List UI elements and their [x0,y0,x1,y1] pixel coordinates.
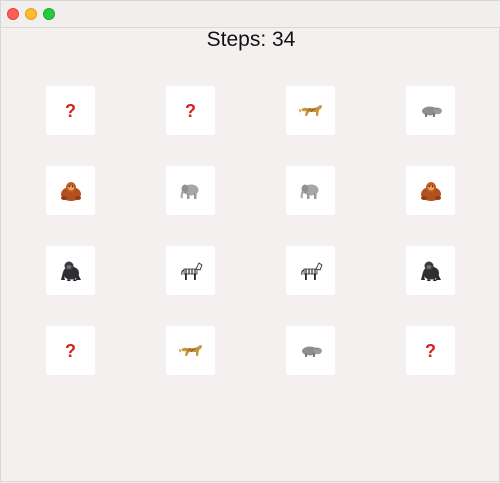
memory-card-revealed[interactable] [406,166,455,215]
memory-card-revealed[interactable] [406,246,455,295]
memory-card-revealed[interactable] [46,166,95,215]
memory-card-revealed[interactable] [286,326,335,375]
memory-card-hidden[interactable]: ? [406,326,455,375]
zebra-icon [179,260,203,282]
memory-card-revealed[interactable] [166,166,215,215]
gorilla-icon [419,260,443,282]
memory-card-revealed[interactable] [46,246,95,295]
zebra-icon [299,260,323,282]
elephant-icon [299,181,323,201]
question-mark-icon: ? [185,100,196,121]
memory-card-hidden[interactable]: ? [46,326,95,375]
elephant-icon [179,181,203,201]
memory-card-revealed[interactable] [406,86,455,135]
memory-card-revealed[interactable] [166,326,215,375]
leopard-icon [178,342,203,360]
memory-card-revealed[interactable] [286,166,335,215]
memory-card-hidden[interactable]: ? [166,86,215,135]
question-mark-icon: ? [425,340,436,361]
memory-card-hidden[interactable]: ? [46,86,95,135]
app-window: Steps: 34 ?? ? ? [0,0,500,482]
hippo-icon [299,343,323,359]
question-mark-icon: ? [65,100,76,121]
memory-card-revealed[interactable] [286,246,335,295]
leopard-icon [298,102,323,120]
question-mark-icon: ? [65,340,76,361]
orangutan-icon [59,180,83,202]
memory-card-revealed[interactable] [286,86,335,135]
gorilla-icon [59,260,83,282]
card-grid: ?? ? ? [1,1,500,483]
hippo-icon [419,103,443,119]
orangutan-icon [419,180,443,202]
memory-card-revealed[interactable] [166,246,215,295]
